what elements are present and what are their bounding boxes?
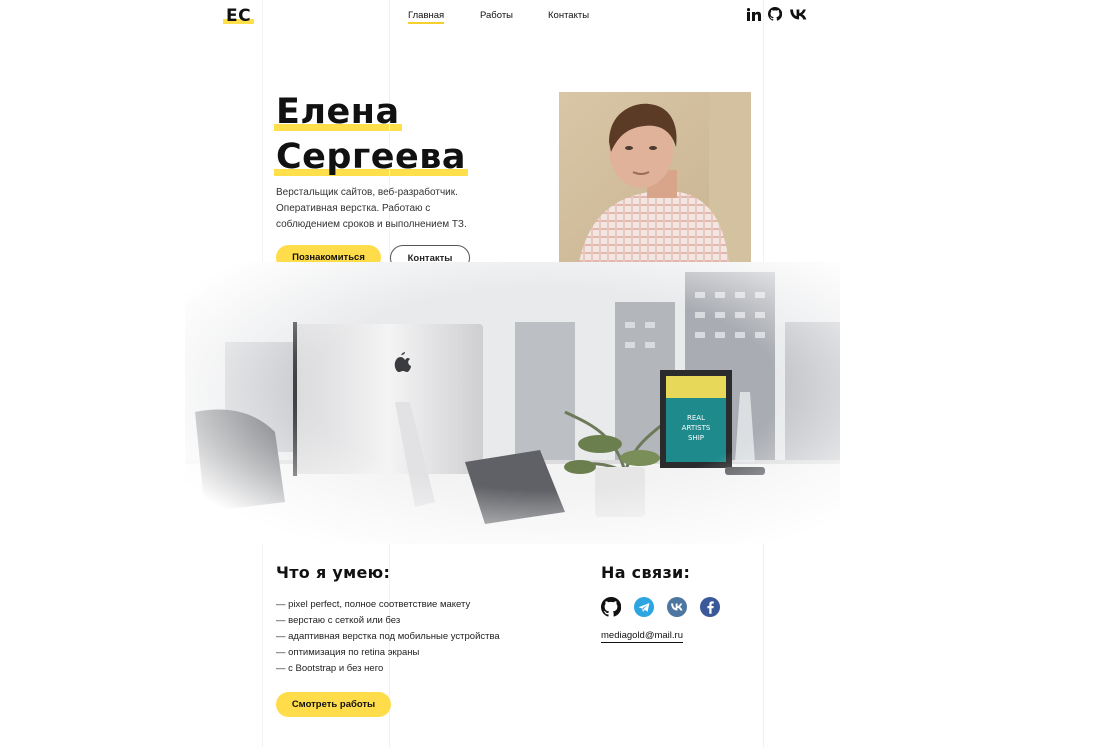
email-link[interactable]: mediagold@mail.ru [601, 630, 683, 643]
list-item: — адаптивная верстка под мобильные устро… [276, 631, 500, 642]
list-item: — верстаю с сеткой или без [276, 615, 401, 626]
hero-title: Елена Сергеева [273, 90, 469, 180]
hero-description: Верстальщик сайтов, веб-разработчик. Опе… [276, 187, 467, 230]
workspace-image: REAL ARTISTS SHIP [185, 262, 840, 544]
vk-icon[interactable] [667, 597, 687, 617]
site-logo[interactable]: ЕС [222, 6, 255, 26]
contacts-title: На связи: [601, 563, 691, 582]
hero-last-name: Сергеева [273, 135, 469, 180]
nav-home[interactable]: Главная [408, 10, 445, 24]
skills-title: Что я умею: [276, 563, 391, 582]
nav-contacts[interactable]: Контакты [548, 10, 589, 21]
profile-photo [559, 92, 751, 263]
list-item: — оптимизация по retina экраны [276, 647, 420, 658]
linkedin-icon[interactable] [746, 6, 762, 22]
view-works-button[interactable]: Смотреть работы [276, 692, 391, 717]
vk-icon[interactable] [788, 6, 808, 22]
nav-works[interactable]: Работы [480, 10, 513, 21]
list-item: — pixel perfect, полное соответствие мак… [276, 599, 471, 610]
github-icon[interactable] [767, 6, 783, 22]
skills-list: — pixel perfect, полное соответствие мак… [276, 597, 500, 677]
github-icon[interactable] [601, 597, 621, 617]
facebook-icon[interactable] [700, 597, 720, 617]
hero-first-name: Елена [274, 90, 402, 135]
telegram-icon[interactable] [634, 597, 654, 617]
list-item: — с Bootstrap и без него [276, 663, 384, 674]
